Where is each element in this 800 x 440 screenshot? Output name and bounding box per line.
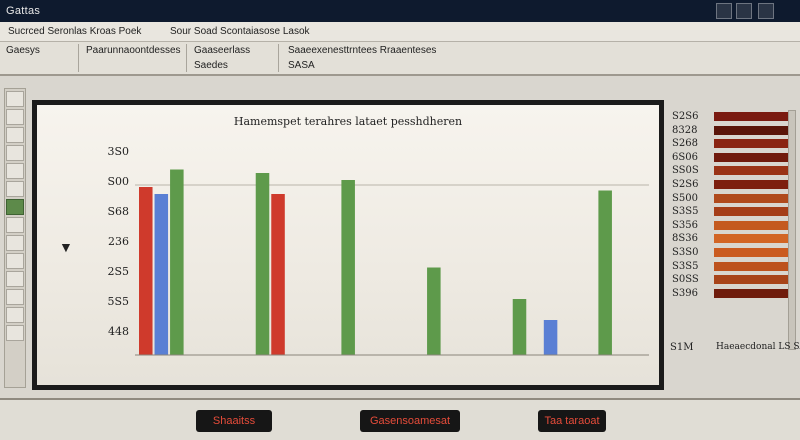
scale-footer: S1M Haeaecdonal LS SAS — [670, 342, 800, 353]
title-bar: Gattas — [0, 0, 800, 22]
scale-row: SS0S — [670, 164, 796, 178]
tool-button[interactable] — [6, 271, 24, 287]
status-button[interactable]: Gasensoamesat — [360, 410, 460, 432]
menu-item[interactable]: Sour Soad Scontaiasose Lasok — [170, 22, 310, 42]
scale-row-bar — [714, 288, 788, 298]
toolbar-divider — [78, 44, 79, 72]
scale-row: S268 — [670, 137, 796, 151]
scale-row-bar — [714, 179, 788, 189]
bar — [512, 299, 527, 355]
scale-row-label: 8328 — [672, 124, 698, 136]
scale-row: 8328 — [670, 124, 796, 138]
window-title: Gattas — [6, 5, 41, 17]
toolbar-divider — [278, 44, 279, 72]
scale-row: S500 — [670, 192, 796, 206]
toolbar-sublabel: Saedes — [194, 60, 228, 71]
toolbar-sublabel: SASA — [288, 60, 315, 71]
scale-row-label: S3S5 — [672, 206, 699, 218]
scale-row-label: 8S36 — [672, 233, 698, 245]
minimize-button[interactable] — [716, 3, 732, 19]
status-bar: Shaaitss Gasensoamesat Taa taraoat — [0, 398, 800, 440]
toolbar-label[interactable]: Gaesys — [6, 45, 40, 56]
toolbar-label[interactable]: Gaaseerlass — [194, 45, 250, 56]
scale-row: 8S36 — [670, 232, 796, 246]
tool-button[interactable] — [6, 163, 24, 179]
scale-row-label: S396 — [672, 287, 698, 299]
scale-row-bar — [714, 125, 788, 135]
scale-row: 6S06 — [670, 151, 796, 165]
scale-row-bar — [714, 207, 788, 217]
scale-row-bar — [714, 220, 788, 230]
scale-row: S2S6 — [670, 110, 796, 124]
scale-row-label: S2S6 — [672, 111, 699, 122]
tool-button[interactable] — [6, 181, 24, 197]
bar — [154, 194, 169, 355]
tool-button[interactable] — [6, 307, 24, 323]
bar — [427, 267, 441, 355]
close-button[interactable] — [758, 3, 774, 19]
scale-row-bar — [714, 193, 788, 203]
bar — [170, 169, 184, 355]
scale-row: S356 — [670, 219, 796, 233]
scale-row: S0SS — [670, 273, 796, 287]
scale-row: S2S6 — [670, 178, 796, 192]
tool-button-active[interactable] — [6, 199, 24, 215]
menu-item[interactable]: Sucrced Seronlas Kroas Poek — [8, 22, 141, 42]
bar — [341, 180, 355, 355]
scale-row-label: S0SS — [672, 274, 699, 286]
scale-row-label: S3S0 — [672, 246, 699, 258]
scale-row-bar — [714, 152, 788, 162]
scale-footer-text: Haeaecdonal LS SAS — [716, 342, 800, 352]
bar — [139, 187, 153, 355]
scale-row-label: S3S5 — [672, 260, 699, 272]
scale-row-label: 6S06 — [672, 151, 698, 163]
status-button[interactable]: Shaaitss — [196, 410, 272, 432]
menu-bar: Sucrced Seronlas Kroas Poek Sour Soad Sc… — [0, 22, 800, 42]
scale-row-label: S268 — [672, 138, 698, 150]
tool-button[interactable] — [6, 91, 24, 107]
scale-row-bar — [714, 247, 788, 257]
toolbar-divider — [186, 44, 187, 72]
scale-row-label: SS0S — [672, 165, 699, 177]
scale-footer-label: S1M — [670, 342, 694, 353]
chart-area: Hamemspet terahres lataet pesshdheren ▼ … — [37, 105, 659, 385]
scale-row: S3S5 — [670, 205, 796, 219]
scale-row-bar — [714, 166, 788, 176]
color-scale-panel: S2S6 8328 S268 6S06 SS0S S2S6 S500 S3S5 S356 8S36… — [670, 110, 796, 360]
bar — [271, 194, 285, 355]
tool-palette — [4, 88, 26, 388]
bar — [543, 320, 558, 355]
scale-row-label: S356 — [672, 219, 698, 231]
tool-button[interactable] — [6, 289, 24, 305]
tool-button[interactable] — [6, 217, 24, 233]
tool-button[interactable] — [6, 145, 24, 161]
scale-row-bar — [714, 112, 788, 121]
scale-row: S3S5 — [670, 260, 796, 274]
scale-row: S3S0 — [670, 246, 796, 260]
tool-button[interactable] — [6, 109, 24, 125]
tool-button[interactable] — [6, 127, 24, 143]
bar-chart — [135, 169, 649, 356]
scale-row: S396 — [670, 287, 796, 301]
scale-row-bar — [714, 261, 788, 271]
scale-row-label: S2S6 — [672, 178, 699, 190]
scale-row-label: S500 — [672, 192, 698, 204]
toolbar-label[interactable]: Paarunnaoontdesses — [86, 45, 181, 56]
scale-row-bar — [714, 275, 788, 285]
tool-button[interactable] — [6, 325, 24, 341]
status-button[interactable]: Taa taraoat — [538, 410, 606, 432]
bar — [598, 190, 612, 355]
scale-row-bar — [714, 139, 788, 149]
bar — [255, 173, 270, 355]
scrollbar[interactable] — [788, 110, 796, 350]
scale-row-bar — [714, 234, 788, 244]
toolbar: Gaesys Paarunnaoontdesses Gaaseerlass Sa… — [0, 42, 800, 76]
tool-button[interactable] — [6, 253, 24, 269]
tool-button[interactable] — [6, 235, 24, 251]
chart-panel: Hamemspet terahres lataet pesshdheren ▼ … — [32, 100, 664, 390]
toolbar-label[interactable]: Saaeexenesttrntees Rraaenteses — [288, 45, 436, 56]
maximize-button[interactable] — [736, 3, 752, 19]
